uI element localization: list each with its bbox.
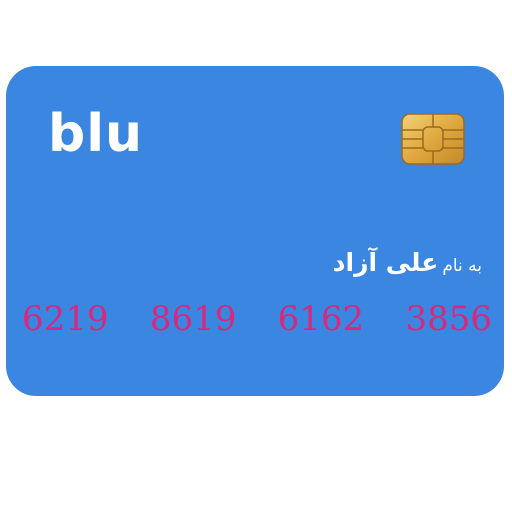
- emv-chip-icon: [401, 113, 465, 165]
- card-holder-prefix: به نام: [442, 256, 482, 276]
- card-number: 6219 8619 6162 3856: [22, 302, 492, 336]
- blu-logo: blu: [48, 104, 144, 164]
- card-number-group: 8619: [149, 299, 237, 339]
- card-holder-name: علی آزاد: [332, 248, 439, 277]
- card-holder: به نام علی آزاد: [333, 250, 482, 275]
- card-number-group: 6162: [277, 299, 365, 339]
- card-number-group: 3856: [405, 299, 492, 339]
- card-number-group: 6219: [22, 299, 109, 339]
